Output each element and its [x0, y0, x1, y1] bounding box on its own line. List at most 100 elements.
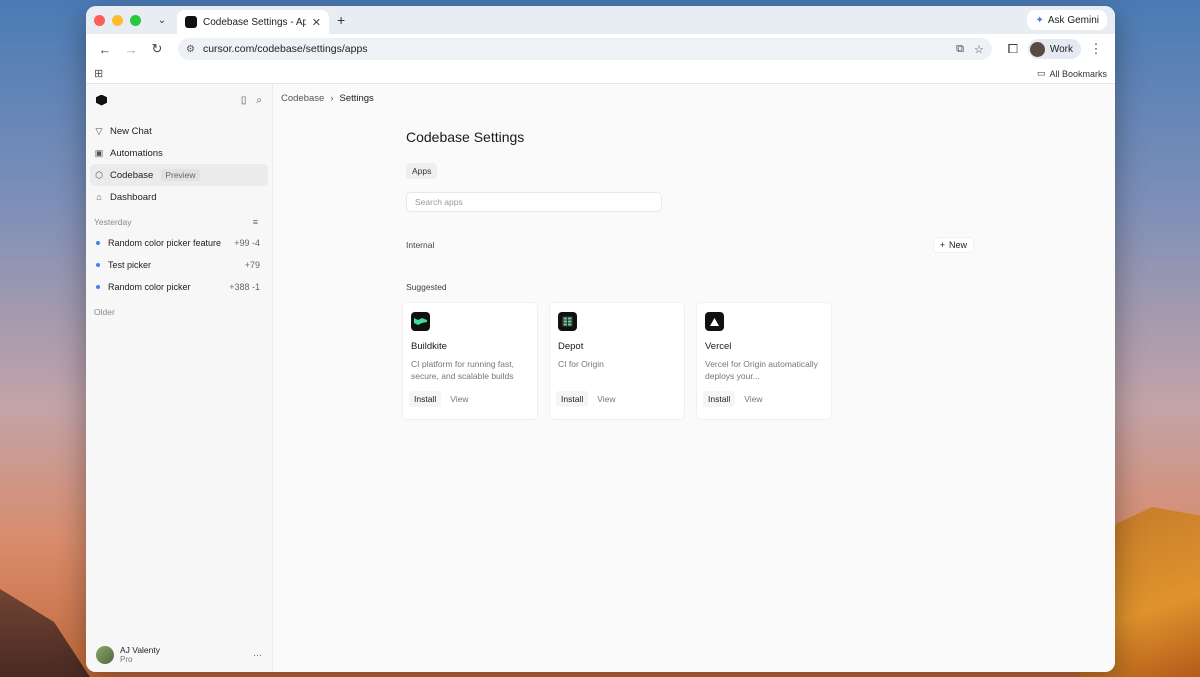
sidebar-item-dashboard[interactable]: ⌂ Dashboard [90, 186, 268, 208]
user-plan: Pro [120, 655, 133, 664]
search-input[interactable]: Search apps [406, 192, 662, 212]
chat-diff-stats: +79 [244, 260, 260, 270]
chat-list-item[interactable]: Test picker +79 [90, 254, 268, 276]
install-button[interactable]: Install [409, 391, 442, 407]
folder-icon: ▭ [1036, 68, 1046, 78]
chat-list-item[interactable]: Random color picker feature +99 -4 [90, 232, 268, 254]
cursor-app: ▯ ⌕ ▽ New Chat ▣ Automations ⬡ Codebase … [86, 84, 1115, 672]
vercel-triangle-icon [705, 312, 724, 331]
back-arrow-icon[interactable]: ← [94, 38, 116, 60]
view-button[interactable]: View [445, 391, 473, 407]
apps-grid-icon[interactable]: ⊞ [94, 67, 103, 80]
browser-window: ⌄ Codebase Settings - Apps | C ✕ + ✦ Ask… [86, 6, 1115, 672]
sidebar: ▯ ⌕ ▽ New Chat ▣ Automations ⬡ Codebase … [86, 84, 273, 672]
user-name: AJ Valenty [120, 645, 161, 655]
install-button[interactable]: Install [703, 391, 736, 407]
unread-dot [96, 285, 100, 289]
bookmarks-bar: ⊞ ▭ All Bookmarks [86, 64, 1115, 84]
breadcrumb: Codebase › Settings [281, 93, 374, 104]
app-card-buildkite[interactable]: Buildkite CI platform for running fast, … [402, 302, 538, 420]
profile-button[interactable]: Work [1027, 39, 1081, 59]
wallpaper-hill-left [0, 589, 90, 677]
app-description: Vercel for Origin automatically deploys … [705, 359, 818, 381]
address-bar[interactable]: ⚙ cursor.com/codebase/settings/apps ⧉ ☆ [178, 38, 992, 60]
filter-icon[interactable]: ≡ [253, 217, 258, 227]
tab-bar: ⌄ Codebase Settings - Apps | C ✕ + ✦ Ask… [86, 6, 1115, 34]
maximize-window-button[interactable] [130, 14, 141, 26]
unread-dot [96, 241, 100, 245]
breadcrumb-settings: Settings [339, 93, 374, 104]
sidebar-item-label: Dashboard [110, 191, 157, 203]
main-content: Codebase › Settings Codebase Settings Ap… [273, 84, 1115, 672]
internal-section-header: Internal + New [406, 237, 974, 253]
plus-icon: + [939, 240, 945, 250]
app-cards: Buildkite CI platform for running fast, … [402, 302, 974, 420]
install-button[interactable]: Install [556, 391, 589, 407]
tab-search-chevron-icon[interactable]: ⌄ [153, 11, 171, 29]
extensions-puzzle-icon[interactable]: ⧠ [1002, 38, 1024, 60]
profile-label: Work [1049, 43, 1073, 55]
app-description: CI platform for running fast, secure, an… [411, 359, 514, 381]
url-text: cursor.com/codebase/settings/apps [202, 43, 368, 55]
new-app-button[interactable]: + New [932, 237, 974, 253]
user-account[interactable]: AJ Valenty Pro ··· [96, 645, 262, 664]
sidebar-item-new-chat[interactable]: ▽ New Chat [90, 120, 268, 142]
all-bookmarks-button[interactable]: ▭ All Bookmarks [1037, 68, 1107, 79]
close-window-button[interactable] [94, 14, 105, 26]
browser-toolbar: ← → ↻ ⚙ cursor.com/codebase/settings/app… [86, 34, 1115, 64]
suggested-label: Suggested [406, 282, 447, 292]
ask-gemini-label: Ask Gemini [1047, 14, 1099, 26]
reload-icon[interactable]: ↻ [146, 38, 168, 60]
section-yesterday: Yesterday ≡ [90, 212, 268, 232]
close-tab-icon[interactable]: ✕ [312, 16, 321, 29]
breadcrumb-codebase[interactable]: Codebase [281, 93, 324, 104]
browser-tab[interactable]: Codebase Settings - Apps | C ✕ [177, 10, 329, 34]
toggle-sidebar-icon[interactable]: ▯ [241, 95, 247, 106]
forward-arrow-icon[interactable]: → [120, 38, 142, 60]
app-name: Vercel [705, 341, 732, 352]
section-older: Older [90, 302, 268, 322]
app-card-depot[interactable]: Depot CI for Origin Install View [549, 302, 685, 420]
app-name: Buildkite [411, 341, 447, 352]
tab-apps[interactable]: Apps [406, 163, 438, 179]
new-button-label: New [948, 240, 967, 250]
section-yesterday-label: Yesterday [94, 217, 132, 227]
avatar [96, 645, 114, 664]
minimize-window-button[interactable] [112, 14, 123, 26]
ask-gemini-button[interactable]: ✦ Ask Gemini [1027, 10, 1107, 30]
bookmark-star-icon[interactable]: ☆ [974, 43, 984, 56]
chat-title: Random color picker feature [108, 238, 222, 248]
chat-diff-stats: +99 -4 [234, 238, 260, 248]
section-older-label: Older [94, 307, 115, 317]
search-icon[interactable]: ⌕ [256, 95, 262, 106]
more-options-icon[interactable]: ··· [253, 650, 262, 660]
all-bookmarks-label: All Bookmarks [1049, 68, 1107, 79]
sidebar-item-label: Codebase [110, 169, 154, 181]
sidebar-item-label: New Chat [110, 125, 152, 137]
app-card-vercel[interactable]: Vercel Vercel for Origin automatically d… [696, 302, 832, 420]
view-button[interactable]: View [739, 391, 767, 407]
chat-title: Test picker [108, 260, 152, 270]
sidebar-item-label: Automations [110, 147, 163, 159]
search-placeholder: Search apps [415, 197, 463, 207]
depot-icon [558, 312, 577, 331]
internal-label: Internal [406, 240, 435, 250]
tab-title: Codebase Settings - Apps | C [203, 16, 306, 28]
sidebar-item-codebase[interactable]: ⬡ Codebase Preview [90, 164, 268, 186]
new-tab-plus-icon[interactable]: + [337, 12, 345, 28]
view-button[interactable]: View [592, 391, 620, 407]
chat-list-item[interactable]: Random color picker +388 -1 [90, 276, 268, 298]
cursor-favicon-icon [185, 16, 197, 28]
browser-menu-kebab-icon[interactable]: ⋮ [1085, 38, 1107, 60]
chat-diff-stats: +388 -1 [229, 282, 260, 292]
settings-content: Codebase Settings Apps Search apps Inter… [402, 129, 974, 420]
site-settings-icon[interactable]: ⚙ [186, 44, 195, 55]
install-app-icon[interactable]: ⧉ [956, 43, 964, 56]
chevron-right-icon: › [330, 93, 334, 104]
cursor-logo-icon[interactable] [96, 94, 107, 106]
window-controls [94, 14, 141, 26]
home-icon: ⌂ [96, 192, 102, 202]
chat-icon: ▽ [95, 125, 103, 136]
sidebar-item-automations[interactable]: ▣ Automations [90, 142, 268, 164]
robot-icon: ▣ [94, 147, 104, 158]
